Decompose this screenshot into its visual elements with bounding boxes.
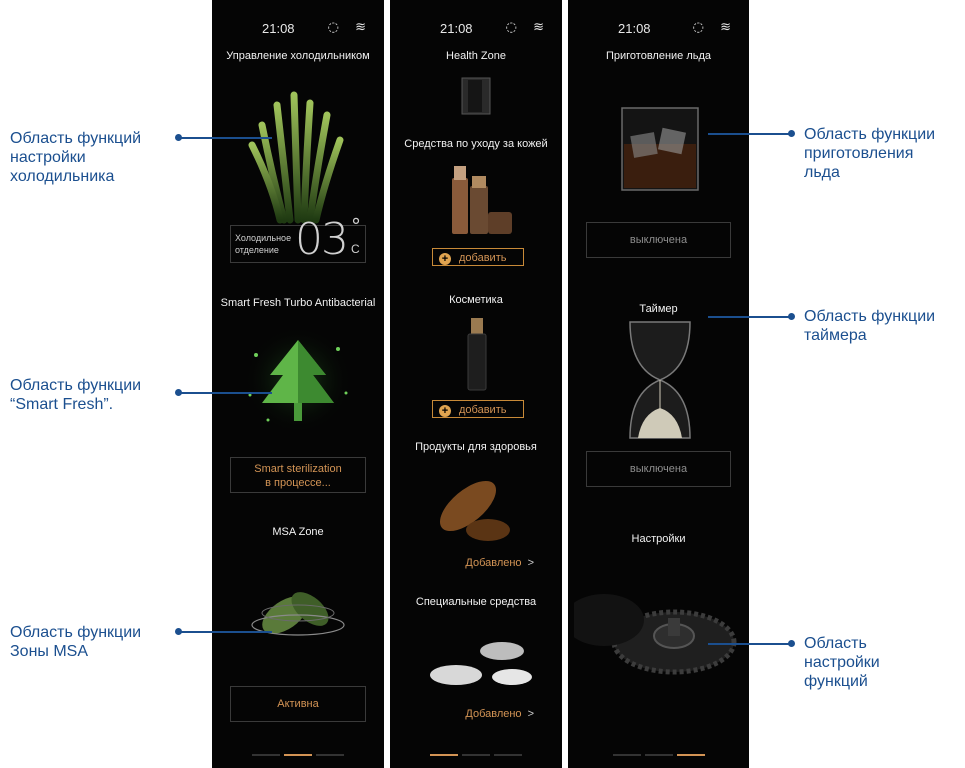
annotation-smart-fresh: Область функции “Smart Fresh”. [10,376,141,414]
status-time: 21:08 [262,21,295,36]
annotation-line: таймера [804,327,867,344]
add-label: добавить [459,252,507,264]
special-products-title: Специальные средства [415,596,537,608]
health-products-title: Продукты для здоровья [415,441,537,453]
status-icons: ◌ ≋ [328,20,372,35]
annotation-dot [788,130,795,137]
temperature-degree: ° [351,214,361,238]
fridge-temperature-value: 03 [295,214,349,265]
annotation-line: “Smart Fresh”. [10,396,114,413]
annotation-leader [180,137,272,139]
ice-making-status[interactable]: выключена [586,222,731,258]
annotation-line: Область функции [804,308,936,325]
msa-zone-title: MSA Zone [272,526,324,538]
annotation-dot [788,313,795,320]
annotation-line: Область функции [10,624,142,641]
capsules-image[interactable] [426,470,526,546]
annotation-leader [708,133,790,135]
annotation-leader [180,392,272,394]
annotation-ice-making: Область функции приготовления льда [804,125,935,182]
annotation-msa-zone: Область функции Зоны MSA [10,623,141,661]
settings-title: Настройки [631,533,686,545]
annotation-leader [708,316,790,318]
health-products-added-link[interactable]: Добавлено > [465,557,534,569]
msa-status[interactable]: Активна [230,686,366,722]
fridge-temperature-panel[interactable]: Холодильное отделение 03 ° C [230,214,366,265]
add-skin-care-button[interactable]: + добавить [432,248,524,266]
smart-fresh-tree-image[interactable] [238,325,358,435]
fridge-control-screen: 21:08 ◌ ≋ Управление холодильником Холод… [212,0,384,768]
annotation-dot [788,640,795,647]
annotation-line: приготовления [804,145,914,162]
annotation-line: настройки [804,654,880,671]
fridge-control-title: Управление холодильником [226,50,370,62]
health-zone-device-image [461,77,491,115]
smart-fresh-title: Smart Fresh Turbo Antibacterial [220,297,376,309]
annotation-timer: Область функции таймера [804,307,935,345]
asparagus-image[interactable] [232,85,364,225]
wifi-icon: ◌ ≋ [505,20,550,35]
ice-glass-image[interactable] [612,100,708,196]
add-cosmetics-button[interactable]: + добавить [432,400,524,418]
cosmetics-bottle-image[interactable] [462,318,492,392]
page-indicator [430,754,522,756]
annotation-line: Область функции [10,377,142,394]
annotation-line: льда [804,164,840,181]
chevron-right-icon: > [527,708,534,720]
annotation-line: настройки [10,149,86,166]
status-icons: ◌ ≋ [693,20,737,35]
status-bar: 21:08 ◌ ≋ [568,20,749,40]
special-products-added-link[interactable]: Добавлено > [465,708,534,720]
added-label: Добавлено [465,708,522,720]
add-label: добавить [459,404,507,416]
page-indicator [612,754,705,756]
tablets-image[interactable] [426,625,536,695]
plus-icon: + [439,405,451,417]
annotation-line: Область функции [804,126,936,143]
annotation-line: холодильника [10,168,115,185]
gear-icon[interactable] [574,580,744,690]
plus-icon: + [439,253,451,265]
annotation-leader [180,631,272,633]
cosmetics-title: Косметика [449,294,503,306]
annotation-line: Область [804,635,867,652]
timer-title: Таймер [639,303,678,315]
annotation-fridge-settings: Область функций настройки холодильника [10,129,141,186]
annotation-leader [708,643,790,645]
fridge-compartment-label: Холодильное отделение [235,233,292,255]
status-time: 21:08 [618,21,651,36]
ice-making-title: Приготовление льда [605,50,712,62]
status-bar: 21:08 ◌ ≋ [390,20,562,40]
page-indicator [252,754,344,756]
chevron-right-icon: > [527,557,534,569]
skin-care-title: Средства по уходу за кожей [404,138,548,150]
ice-timer-settings-screen: 21:08 ◌ ≋ Приготовление льда выключена Т… [568,0,749,768]
status-icons: ◌ ≋ [506,20,550,35]
annotation-line: Зоны MSA [10,643,89,660]
annotation-line: Область функций [10,130,142,147]
smart-sterilization-status[interactable]: Smart sterilization в процессе... [230,457,366,493]
wifi-icon: ◌ ≋ [692,20,737,35]
health-zone-title: Health Zone [446,50,506,62]
wifi-icon: ◌ ≋ [327,20,372,35]
added-label: Добавлено [465,557,522,569]
status-bar: 21:08 ◌ ≋ [212,20,384,40]
annotation-line: функций [804,673,868,690]
annotation-function-settings: Область настройки функций [804,634,880,691]
smart-status-line2: в процессе... [265,477,331,489]
temperature-unit: C [351,242,360,256]
timer-status[interactable]: выключена [586,451,731,487]
hourglass-image[interactable] [620,318,700,442]
msa-leaves-image[interactable] [240,565,356,665]
skin-care-products-image[interactable] [440,160,520,238]
smart-status-line1: Smart sterilization [254,463,342,475]
health-zone-screen: 21:08 ◌ ≋ Health Zone Средства по уходу … [390,0,562,768]
status-time: 21:08 [440,21,473,36]
